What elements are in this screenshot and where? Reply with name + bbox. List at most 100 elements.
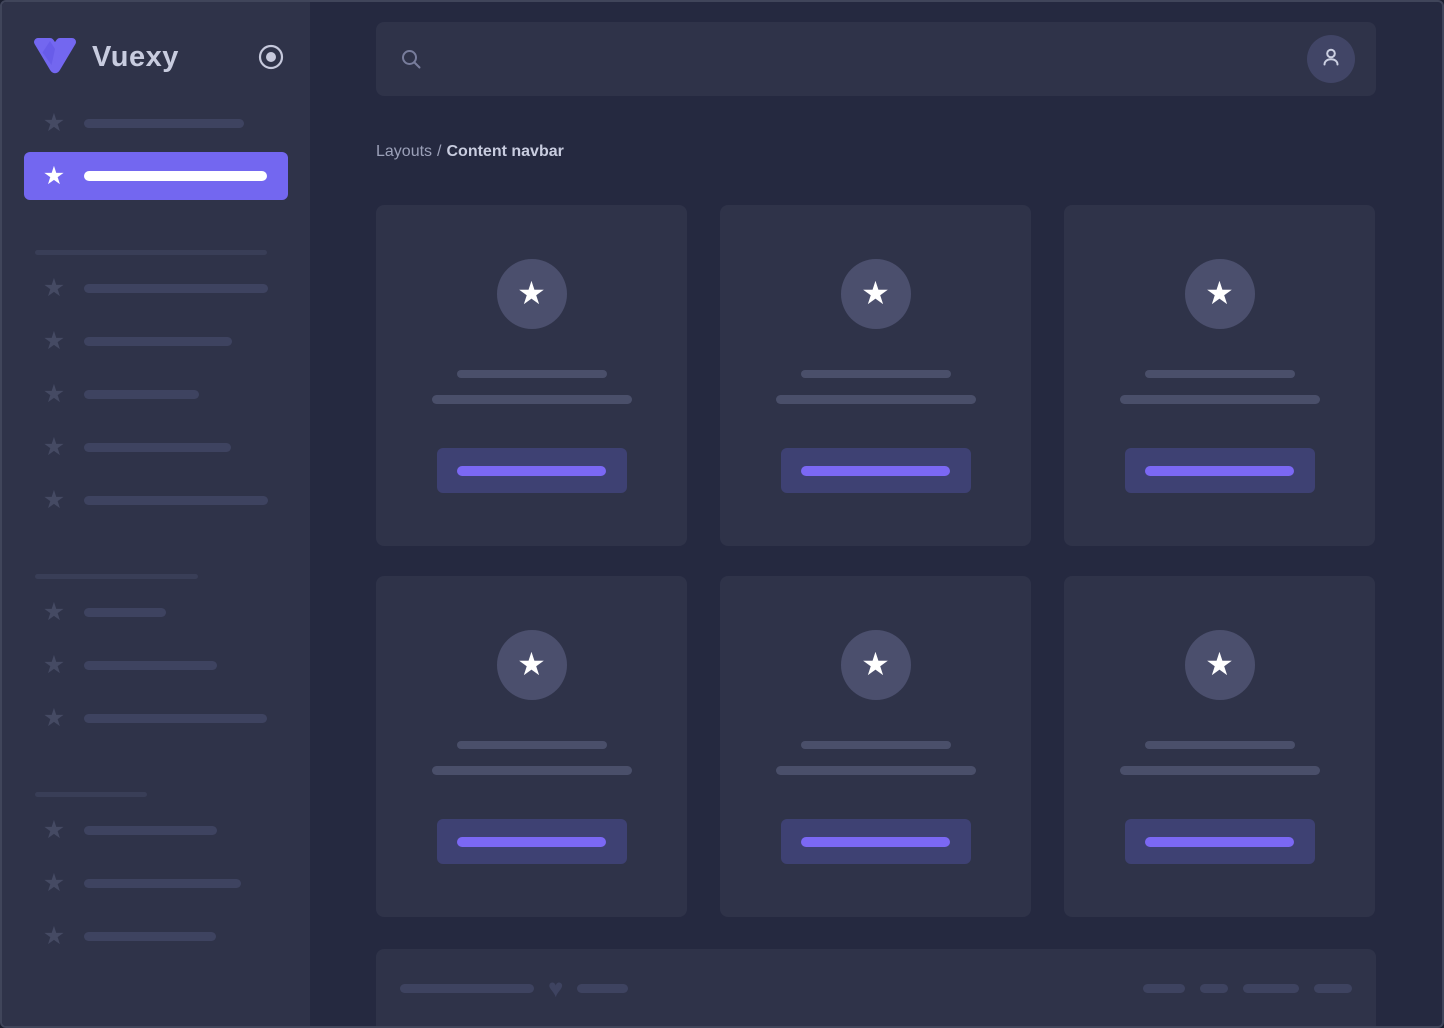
sidebar-item[interactable]: ★: [42, 328, 310, 354]
card-avatar-circle: ★: [841, 630, 911, 700]
skeleton-line: [776, 766, 976, 775]
footer: ♥: [376, 949, 1376, 1028]
card-button[interactable]: [437, 819, 627, 864]
star-icon: ★: [1205, 648, 1234, 683]
sidebar-item[interactable]: ★: [42, 705, 310, 731]
sidebar-item[interactable]: ★: [42, 487, 310, 513]
footer-row: ♥: [400, 977, 1352, 1000]
star-icon: ★: [42, 435, 66, 460]
skeleton-line: [1145, 741, 1295, 749]
button-label-bar: [801, 466, 950, 476]
card: ★: [720, 576, 1031, 917]
footer-left: ♥: [400, 977, 628, 1000]
app-title: Vuexy: [92, 41, 179, 74]
sidebar-section-header: [35, 574, 198, 579]
user-avatar-button[interactable]: [1307, 35, 1355, 83]
card: ★: [1064, 205, 1375, 546]
skeleton-bar: [84, 119, 244, 128]
card-avatar-circle: ★: [1185, 630, 1255, 700]
sidebar-item[interactable]: ★: [42, 923, 310, 949]
heart-icon: ♥: [548, 977, 563, 1000]
sidebar: Vuexy ★ ★ ★ ★ ★ ★ ★ ★ ★ ★ ★ ★ ★: [2, 2, 310, 1026]
star-icon: ★: [42, 600, 66, 625]
sidebar-item[interactable]: ★: [42, 652, 310, 678]
app-window: Vuexy ★ ★ ★ ★ ★ ★ ★ ★ ★ ★ ★ ★ ★: [0, 0, 1444, 1028]
skeleton-bar: [577, 984, 628, 993]
skeleton-line: [776, 395, 976, 404]
card: ★: [376, 205, 687, 546]
skeleton-bar: [84, 608, 166, 617]
star-icon: ★: [42, 924, 66, 949]
breadcrumb: Layouts / Content navbar: [376, 143, 1376, 161]
card-avatar-circle: ★: [841, 259, 911, 329]
card: ★: [1064, 576, 1375, 917]
sidebar-item[interactable]: ★: [42, 110, 310, 136]
breadcrumb-current: Content navbar: [447, 143, 564, 160]
card-avatar-circle: ★: [1185, 259, 1255, 329]
skeleton-bar: [84, 826, 217, 835]
star-icon: ★: [517, 648, 546, 683]
card: ★: [376, 576, 687, 917]
search-icon: [400, 48, 422, 75]
vuexy-logo-icon: [30, 34, 80, 80]
card-avatar-circle: ★: [497, 259, 567, 329]
sidebar-item[interactable]: ★: [42, 599, 310, 625]
star-icon: ★: [42, 818, 66, 843]
card: ★: [720, 205, 1031, 546]
skeleton-line: [457, 741, 607, 749]
sidebar-section-header: [35, 792, 147, 797]
button-label-bar: [457, 837, 606, 847]
star-icon: ★: [42, 653, 66, 678]
skeleton-line: [1120, 766, 1320, 775]
footer-link-bar: [1314, 984, 1352, 993]
main-content: Layouts / Content navbar ★ ★ ★ ★ ★ ★ ♥: [376, 2, 1376, 1028]
card-button[interactable]: [437, 448, 627, 493]
skeleton-line: [1120, 395, 1320, 404]
skeleton-line: [432, 395, 632, 404]
skeleton-bar: [84, 443, 231, 452]
skeleton-bar: [84, 284, 268, 293]
card-grid: ★ ★ ★ ★ ★ ★: [376, 205, 1375, 917]
skeleton-bar: [84, 171, 267, 181]
skeleton-line: [432, 766, 632, 775]
sidebar-item[interactable]: ★: [42, 870, 310, 896]
star-icon: ★: [42, 488, 66, 513]
star-icon: ★: [42, 111, 66, 136]
footer-link-bar: [1200, 984, 1228, 993]
star-icon: ★: [861, 648, 890, 683]
skeleton-bar: [84, 496, 268, 505]
sidebar-item[interactable]: ★: [42, 381, 310, 407]
star-icon: ★: [517, 277, 546, 312]
skeleton-line: [801, 741, 951, 749]
top-navbar: [376, 22, 1376, 96]
star-icon: ★: [1205, 277, 1234, 312]
skeleton-bar: [84, 932, 216, 941]
star-icon: ★: [861, 277, 890, 312]
radio-button-icon[interactable]: [258, 44, 284, 70]
skeleton-bar: [84, 879, 241, 888]
user-icon: [1319, 45, 1343, 74]
skeleton-line: [457, 370, 607, 378]
footer-link-bar: [1143, 984, 1185, 993]
sidebar-item[interactable]: ★: [42, 275, 310, 301]
button-label-bar: [1145, 466, 1294, 476]
footer-link-bar: [1243, 984, 1299, 993]
card-button[interactable]: [1125, 448, 1315, 493]
skeleton-line: [801, 370, 951, 378]
skeleton-bar: [84, 661, 217, 670]
skeleton-bar: [84, 337, 232, 346]
breadcrumb-separator: /: [437, 143, 441, 160]
card-avatar-circle: ★: [497, 630, 567, 700]
footer-right: [1143, 984, 1352, 993]
skeleton-bar: [400, 984, 534, 993]
star-icon: ★: [42, 329, 66, 354]
card-button[interactable]: [781, 819, 971, 864]
sidebar-item-active[interactable]: ★: [24, 152, 288, 200]
sidebar-item[interactable]: ★: [42, 817, 310, 843]
sidebar-item[interactable]: ★: [42, 434, 310, 460]
card-button[interactable]: [1125, 819, 1315, 864]
star-icon: ★: [42, 382, 66, 407]
card-button[interactable]: [781, 448, 971, 493]
breadcrumb-parent[interactable]: Layouts: [376, 143, 432, 160]
search-input[interactable]: [376, 22, 1286, 96]
